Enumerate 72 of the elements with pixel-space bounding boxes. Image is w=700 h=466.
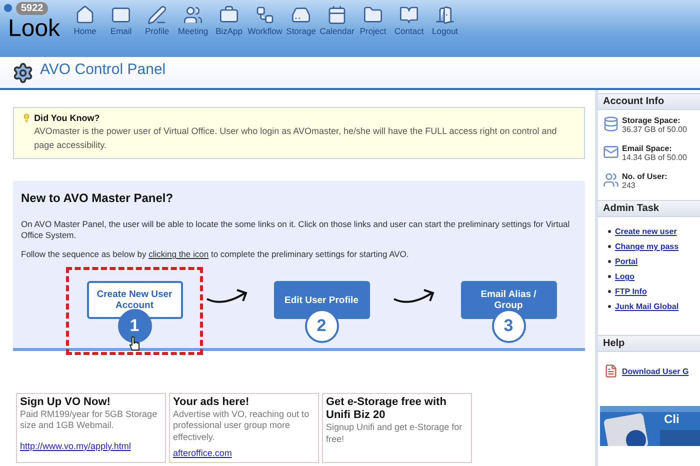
ad-text: Signup Unifi and get e-Storage for free! (326, 422, 464, 445)
info-value: 14.34 GB of 50.00 (622, 153, 687, 162)
intro-text: On AVO Master Panel, the user will be able to locate the some links on it. Click on those links and user can start the preliminary settings for Virtual Office System. (21, 219, 571, 242)
section-header: Admin Task (598, 200, 700, 217)
bullet-icon (608, 245, 611, 248)
nav-item[interactable]: Storage (284, 5, 318, 36)
admin-link[interactable]: Portal (615, 257, 638, 266)
section-header: Help (598, 335, 700, 352)
nav-item[interactable]: Project (356, 5, 390, 36)
intro-title: New to AVO Master Panel? (21, 191, 174, 205)
pdf-icon (604, 364, 618, 378)
bullet-icon (608, 230, 611, 233)
tip-title: Did You Know? (34, 113, 101, 123)
count-badge: 5922 (16, 2, 48, 15)
people-icon (183, 5, 204, 25)
nav-item[interactable]: Contact (392, 5, 426, 36)
tip-text: AVOmaster is the power user of Virtual Office. User who login as AVOmaster, he/she will have the FULL access right on control and page accessibility. (34, 125, 558, 152)
info-value: 243 (622, 181, 636, 190)
section-header: Account Info (598, 93, 700, 110)
ad-text: Paid RM199/year for 5GB Storage size and 1GB Webmail. (20, 409, 158, 432)
ad-text: Advertise with VO, reaching out to professional user group more effectively. (173, 409, 310, 443)
folder-icon (363, 5, 384, 25)
nav-item[interactable]: Meeting (176, 5, 210, 36)
info-label: Email Space: (622, 144, 673, 153)
bullet-icon (608, 275, 611, 278)
pen-icon (147, 5, 168, 25)
hand-cursor-icon (129, 336, 141, 352)
settings-icon (12, 62, 34, 84)
bullet-icon (608, 290, 611, 293)
workflow-icon (255, 5, 276, 25)
people-icon (603, 172, 619, 188)
nav-item[interactable]: BizApp (212, 5, 246, 36)
step-button[interactable]: Edit User Profile (274, 281, 370, 320)
home-icon (75, 5, 96, 25)
info-label: Storage Space: (622, 116, 682, 125)
nav-item[interactable]: Profile (140, 5, 174, 36)
ad-title: Your ads here! (173, 396, 250, 410)
bullet-icon (608, 305, 611, 308)
step-button[interactable]: Email Alias / Group (460, 281, 556, 320)
admin-link[interactable]: Change my pass (615, 242, 679, 251)
drive-icon (291, 5, 312, 25)
ad-link[interactable]: afteroffice.com (173, 448, 232, 458)
book-icon (399, 5, 420, 25)
nav-item[interactable]: Logout (428, 5, 462, 36)
step-number[interactable]: 3 (492, 309, 526, 344)
nav-item[interactable]: Workflow (248, 5, 282, 36)
banner-text: Cli (664, 412, 680, 426)
admin-link[interactable]: Logo (615, 272, 635, 281)
calendar-icon (327, 5, 348, 25)
nav-item[interactable]: Calendar (320, 5, 354, 36)
instruction-text: Follow the sequence as below by clicking the icon to complete the preliminary settings for starting AVO. (21, 248, 410, 260)
info-value: 36.37 GB of 50.00 (622, 125, 687, 134)
help-link[interactable]: Download User G (622, 366, 689, 376)
ad-title: Get e-Storage free with Unifi Biz 20 (326, 396, 448, 422)
nav-item[interactable]: Email (104, 5, 138, 36)
database-icon (603, 116, 619, 132)
brand-title: Look (8, 17, 60, 41)
page-title: AVO Control Panel (40, 61, 166, 78)
admin-link[interactable]: Create new user (615, 227, 677, 236)
nav-item[interactable]: Home (68, 5, 102, 36)
admin-link[interactable]: FTP Info (615, 287, 647, 296)
ad-link[interactable]: http://www.vo.my/apply.html (20, 440, 131, 451)
briefcase-icon (219, 5, 240, 25)
admin-link[interactable]: Junk Mail Global (615, 302, 679, 311)
ad-title: Sign Up VO Now! (20, 396, 112, 410)
instruction-link[interactable]: clicking the icon (148, 248, 209, 259)
step-button[interactable]: Create New User Account (86, 281, 182, 320)
door-icon (435, 5, 456, 25)
lightbulb-icon (22, 113, 32, 123)
step-number[interactable]: 2 (304, 309, 338, 344)
bullet-icon (608, 260, 611, 263)
info-label: No. of User: (622, 172, 668, 181)
